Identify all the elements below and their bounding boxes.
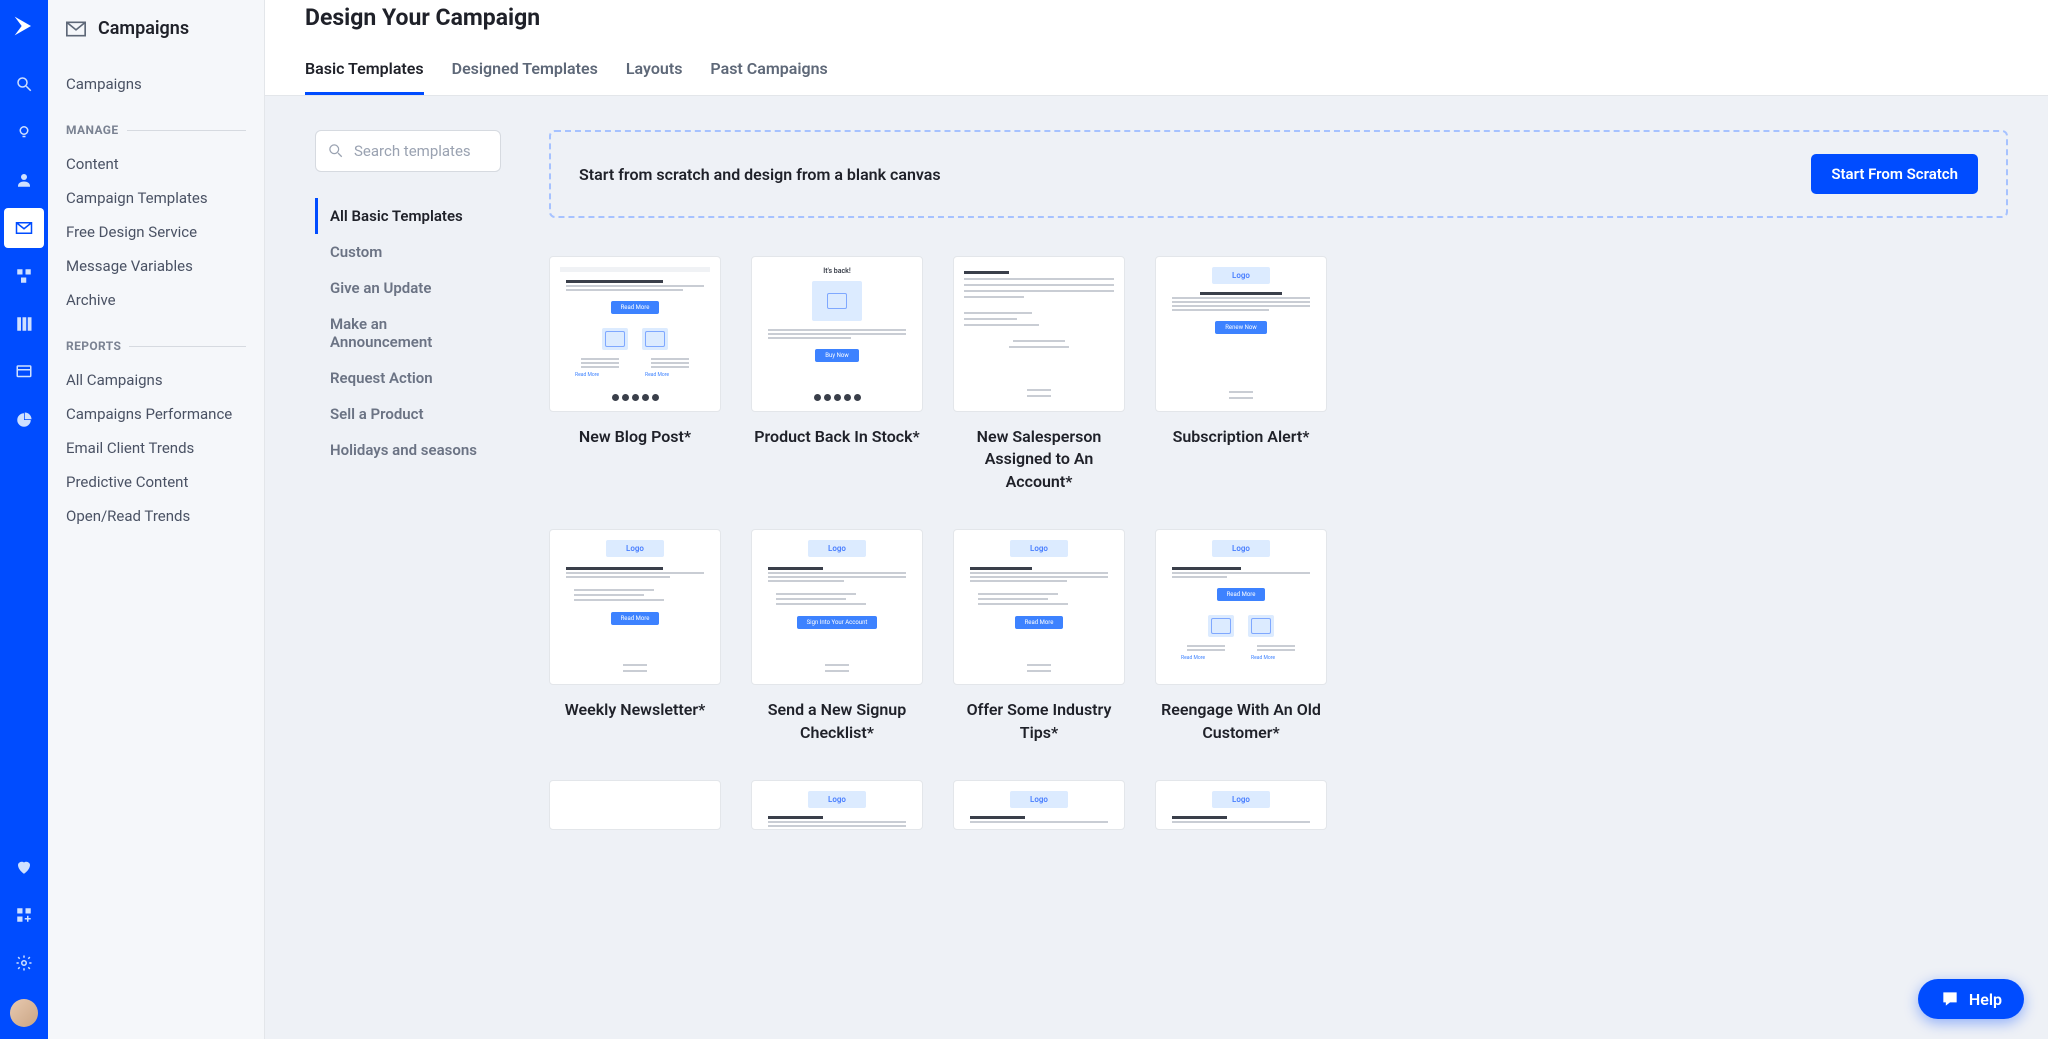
template-title: Reengage With An Old Customer* (1155, 699, 1327, 744)
search-icon[interactable] (4, 64, 44, 104)
template-thumb (549, 780, 721, 830)
template-thumb: Logo Read More Read More Read More (1155, 529, 1327, 685)
template-title: Subscription Alert* (1173, 426, 1310, 448)
envelope-icon (66, 21, 86, 37)
filter-column: All Basic Templates Custom Give an Updat… (315, 130, 501, 999)
template-thumb: Logo (953, 780, 1125, 830)
template-card[interactable]: Read More Read More Read More New Blog P… (549, 256, 721, 493)
cat-all[interactable]: All Basic Templates (315, 198, 501, 234)
help-button[interactable]: Help (1918, 979, 2024, 1019)
sidebar-predictive-content[interactable]: Predictive Content (60, 465, 252, 499)
automations-icon[interactable] (4, 256, 44, 296)
deals-icon[interactable] (4, 304, 44, 344)
sidebar-section-manage: MANAGE (60, 123, 252, 137)
cat-update[interactable]: Give an Update (315, 270, 501, 306)
template-card[interactable]: Logo Sign Into Your Account Send a New S… (751, 529, 923, 744)
chat-icon (1940, 989, 1960, 1009)
sidebar-open-read-trends[interactable]: Open/Read Trends (60, 499, 252, 533)
search-wrap (315, 130, 501, 172)
template-thumb: Read More Read More Read More (549, 256, 721, 412)
template-card[interactable] (549, 780, 721, 830)
tabs: Basic Templates Designed Templates Layou… (305, 49, 2008, 95)
template-card[interactable]: It's back! Buy Now Product Back In Stock… (751, 256, 923, 493)
sidebar-section-reports: REPORTS (60, 339, 252, 353)
cat-holidays[interactable]: Holidays and seasons (315, 432, 501, 468)
template-card[interactable]: New Salesperson Assigned to An Account* (953, 256, 1125, 493)
tab-past-campaigns[interactable]: Past Campaigns (710, 49, 827, 95)
apps-icon[interactable] (4, 895, 44, 935)
sidebar-email-client-trends[interactable]: Email Client Trends (60, 431, 252, 465)
template-thumb: Logo Read More (549, 529, 721, 685)
tab-layouts[interactable]: Layouts (626, 49, 683, 95)
search-icon (328, 143, 343, 158)
sidebar-campaigns[interactable]: Campaigns (60, 67, 252, 101)
reports-icon[interactable] (4, 400, 44, 440)
template-card[interactable]: Logo (751, 780, 923, 830)
sidebar-title: Campaigns (98, 18, 189, 39)
sidebar-all-campaigns[interactable]: All Campaigns (60, 363, 252, 397)
template-title: New Blog Post* (579, 426, 691, 448)
app-logo[interactable] (10, 12, 38, 40)
sidebar-campaigns-performance[interactable]: Campaigns Performance (60, 397, 252, 431)
sidebar-content[interactable]: Content (60, 147, 252, 181)
template-card[interactable]: Logo Read More Read More Read More Reeng… (1155, 529, 1327, 744)
template-thumb: Logo Renew Now (1155, 256, 1327, 412)
template-title: Offer Some Industry Tips* (953, 699, 1125, 744)
scratch-text: Start from scratch and design from a bla… (579, 165, 941, 184)
sidebar-campaign-templates[interactable]: Campaign Templates (60, 181, 252, 215)
template-title: Weekly Newsletter* (565, 699, 706, 721)
template-card[interactable]: Logo Read More Weekly Newsletter* (549, 529, 721, 744)
heart-icon[interactable] (4, 847, 44, 887)
campaigns-icon[interactable] (4, 208, 44, 248)
template-card[interactable]: Logo (1155, 780, 1327, 830)
start-from-scratch-button[interactable]: Start From Scratch (1811, 154, 1978, 194)
cat-announcement[interactable]: Make an Announcement (315, 306, 501, 360)
site-icon[interactable] (4, 352, 44, 392)
cat-sell-product[interactable]: Sell a Product (315, 396, 501, 432)
gear-icon[interactable] (4, 943, 44, 983)
category-list: All Basic Templates Custom Give an Updat… (315, 198, 501, 468)
lightbulb-icon[interactable] (4, 112, 44, 152)
iconbar (0, 0, 48, 1039)
content: All Basic Templates Custom Give an Updat… (265, 96, 2048, 1039)
template-title: Product Back In Stock* (754, 426, 920, 448)
start-from-scratch-box: Start from scratch and design from a bla… (549, 130, 2008, 218)
template-card[interactable]: Logo Renew Now Subscription Alert* (1155, 256, 1327, 493)
template-thumb: It's back! Buy Now (751, 256, 923, 412)
cat-request-action[interactable]: Request Action (315, 360, 501, 396)
sidebar-message-vars[interactable]: Message Variables (60, 249, 252, 283)
template-card[interactable]: Logo (953, 780, 1125, 830)
template-thumb: Logo Sign Into Your Account (751, 529, 923, 685)
sidebar-header: Campaigns (60, 18, 252, 39)
main-header: Design Your Campaign Basic Templates Des… (265, 0, 2048, 96)
main: Design Your Campaign Basic Templates Des… (265, 0, 2048, 1039)
page-title: Design Your Campaign (305, 0, 2008, 49)
sidebar-archive[interactable]: Archive (60, 283, 252, 317)
template-card[interactable]: Logo Read More Offer Some Industry Tips* (953, 529, 1125, 744)
template-thumb (953, 256, 1125, 412)
avatar[interactable] (10, 999, 38, 1027)
sidebar-free-design[interactable]: Free Design Service (60, 215, 252, 249)
tab-basic-templates[interactable]: Basic Templates (305, 49, 424, 95)
template-thumb: Logo (1155, 780, 1327, 830)
templates-column: Start from scratch and design from a bla… (549, 130, 2008, 999)
template-title: New Salesperson Assigned to An Account* (953, 426, 1125, 493)
template-thumb: Logo (751, 780, 923, 830)
template-grid: Read More Read More Read More New Blog P… (549, 256, 2008, 830)
template-thumb: Logo Read More (953, 529, 1125, 685)
template-title: Send a New Signup Checklist* (751, 699, 923, 744)
cat-custom[interactable]: Custom (315, 234, 501, 270)
tab-designed-templates[interactable]: Designed Templates (452, 49, 598, 95)
contact-icon[interactable] (4, 160, 44, 200)
sidebar: Campaigns Campaigns MANAGE Content Campa… (48, 0, 265, 1039)
